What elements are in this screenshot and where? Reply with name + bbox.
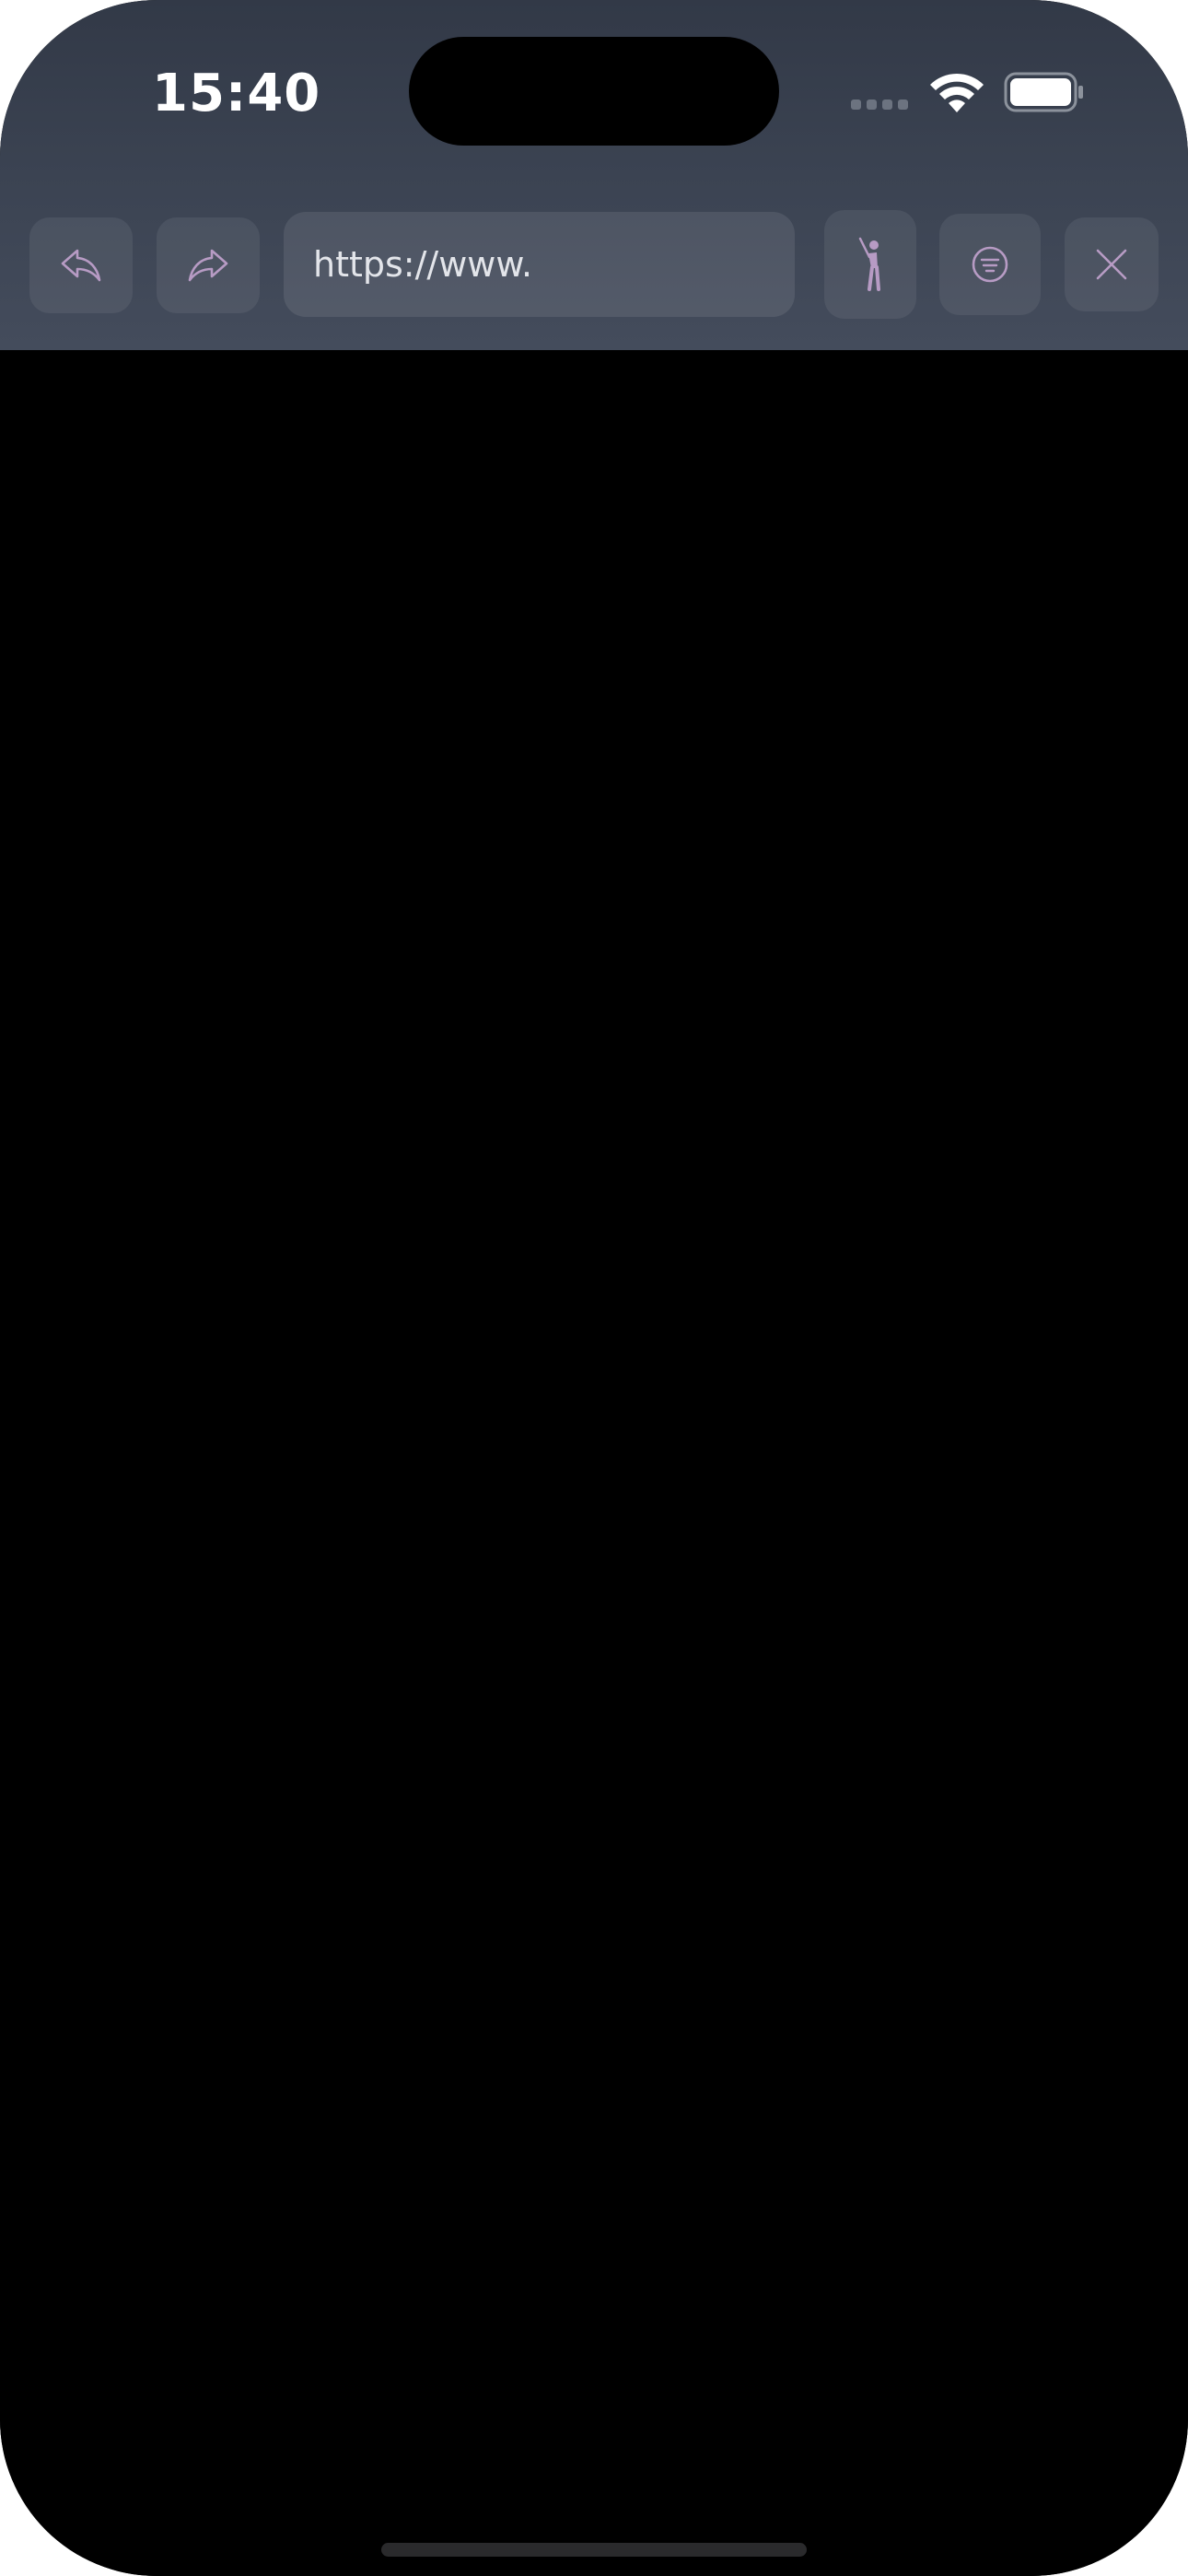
url-text: https://www. [313, 244, 533, 285]
url-field[interactable]: https://www. [284, 212, 795, 317]
wifi-icon [928, 72, 985, 114]
golfer-figure-icon [858, 237, 880, 291]
forward-button[interactable] [157, 217, 260, 313]
home-indicator[interactable] [381, 2543, 807, 2557]
close-icon [1096, 249, 1127, 280]
status-time: 15:40 [152, 64, 321, 123]
phone-screen: 15:40 https://www. [0, 0, 1188, 2576]
close-button[interactable] [1065, 217, 1159, 311]
circle-lines-icon [972, 246, 1008, 283]
reply-arrow-icon [61, 249, 101, 282]
dynamic-island [409, 37, 779, 146]
cellular-signal-icon [851, 100, 910, 112]
back-button[interactable] [29, 217, 133, 313]
browser-header: 15:40 https://www. [0, 0, 1188, 350]
forward-arrow-icon [188, 249, 228, 282]
battery-icon [1004, 72, 1085, 112]
activity-button[interactable] [824, 210, 916, 319]
menu-button[interactable] [939, 214, 1041, 315]
web-content-area[interactable] [0, 350, 1188, 2576]
